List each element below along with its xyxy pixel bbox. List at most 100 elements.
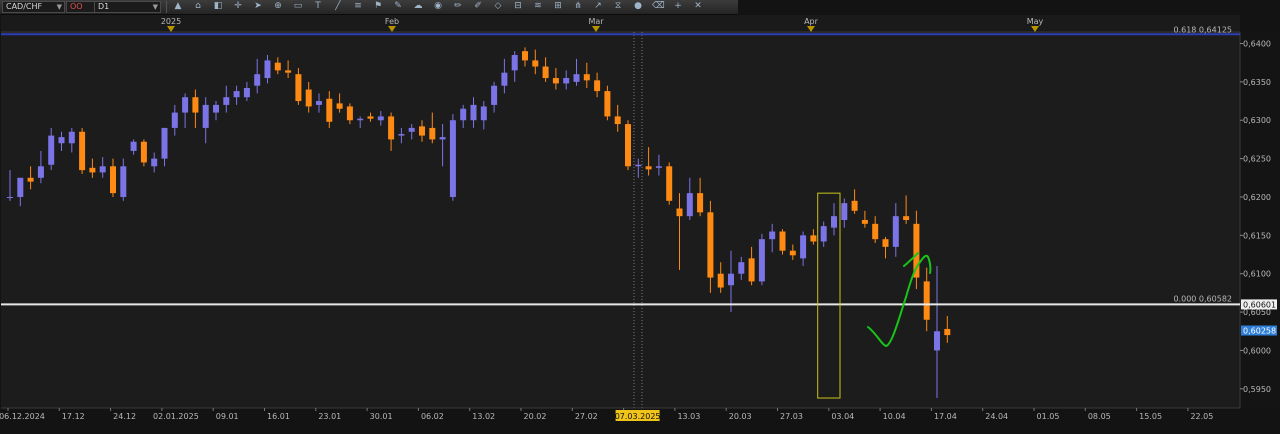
candle-body: [625, 124, 631, 167]
candle-body: [892, 216, 899, 247]
x-tick-label: 01.05: [1037, 412, 1060, 421]
candle-body: [326, 98, 333, 122]
trendline-icon[interactable]: ╱: [332, 1, 344, 12]
chevron-down-icon: ▼: [152, 3, 158, 11]
candle-body: [697, 193, 704, 213]
candle-body: [841, 203, 848, 220]
pitchfork-icon[interactable]: ⋔: [572, 1, 584, 12]
candle-body: [594, 80, 601, 92]
candle-body: [645, 166, 652, 170]
candle-body: [37, 166, 44, 178]
candle-body: [336, 103, 343, 109]
chart-style-value: OO: [70, 2, 83, 11]
candle-body: [748, 258, 755, 282]
candle-body: [934, 331, 940, 351]
period-label: 2025: [161, 17, 181, 26]
candle-body: [346, 106, 353, 121]
note-icon[interactable]: ✎: [392, 1, 404, 12]
y-tick-label: 0,6250: [1243, 155, 1271, 164]
cursor-icon[interactable]: ➤: [252, 1, 264, 12]
candle-body: [243, 88, 250, 98]
y-tick-label: 0,6000: [1243, 346, 1271, 355]
ruler-icon[interactable]: ▭: [292, 1, 304, 12]
delete-icon[interactable]: ✕: [692, 1, 704, 12]
fib-0-label: 0.000 0,60582: [1173, 294, 1232, 303]
period-label: Mar: [588, 17, 604, 26]
zoom-icon[interactable]: ⊕: [272, 1, 284, 12]
candle: [449, 114, 456, 201]
candle-body: [831, 216, 837, 228]
price-chart[interactable]: 2025 Feb Mar Apr May 0.618 0,64125 0.000 0,60…: [0, 15, 1280, 434]
sphere-icon[interactable]: ●: [632, 1, 644, 12]
plot-area: [1, 32, 1240, 408]
candle-body: [285, 70, 292, 73]
candle-body: [449, 120, 456, 197]
period-select[interactable]: D1 ▼: [94, 1, 161, 13]
toolbar: CAD/CHF ▼ OO D1 ▼ ▲ ⌂ ◧ ✛ ➤ ⊕ ▭ T ╱ ≡ ⚑ ✎ ☁ ◉ ✏ ✐ ◇ ⊟ ≋ ⊞ ⋔ ↗…: [0, 0, 738, 15]
cloud-icon[interactable]: ☁: [412, 1, 424, 12]
candle-body: [388, 116, 395, 140]
candle: [758, 233, 765, 286]
pencil-icon[interactable]: ✏: [452, 1, 464, 12]
candle-body: [769, 231, 776, 240]
candle-body: [130, 141, 137, 151]
indicator-icon[interactable]: ⌂: [192, 1, 204, 12]
object-list-icon[interactable]: ≡: [352, 1, 364, 12]
candle-body: [357, 118, 364, 121]
candle-body: [820, 226, 827, 242]
x-tick-label: 08.05: [1088, 412, 1111, 421]
y-tick-label: 0,6150: [1243, 231, 1271, 240]
candle-body: [573, 74, 580, 82]
magnet-icon[interactable]: ⧖: [612, 1, 624, 12]
flag-icon[interactable]: ⚑: [372, 1, 384, 12]
arrow-icon[interactable]: ↗: [592, 1, 604, 12]
x-tick-label: 20.03: [729, 412, 752, 421]
candle-body: [110, 166, 116, 194]
candle-body: [779, 231, 786, 251]
x-tick-label: 17.04: [934, 412, 957, 421]
candle-body: [532, 60, 539, 67]
eraser-icon[interactable]: ⌫: [652, 1, 665, 12]
crosshair-icon[interactable]: ✛: [232, 1, 244, 12]
period-label: Apr: [804, 17, 819, 26]
line-chart-icon[interactable]: ▲: [172, 1, 184, 12]
brush-icon[interactable]: ✐: [472, 1, 484, 12]
plus-icon[interactable]: +: [672, 1, 684, 12]
globe-icon[interactable]: ◉: [432, 1, 444, 12]
candle-body: [58, 137, 65, 144]
y-tick-label: 0,6350: [1243, 78, 1271, 87]
candle-body: [542, 66, 549, 79]
symbol-select[interactable]: CAD/CHF ▼: [2, 1, 65, 13]
candle-body: [79, 131, 86, 171]
candle-body: [563, 78, 570, 84]
x-tick-label: 06.02: [421, 412, 444, 421]
template-icon[interactable]: ◧: [212, 1, 224, 12]
channel-icon[interactable]: ≋: [532, 1, 544, 12]
candle-body: [367, 116, 374, 119]
text-icon[interactable]: T: [312, 1, 324, 12]
horizontal-line-price-label: 0,60601: [1243, 300, 1276, 309]
candle-body: [635, 164, 642, 167]
candle-body: [717, 273, 724, 288]
x-tick-label: 20.02: [524, 412, 547, 421]
candle-body: [501, 72, 508, 86]
candle-body: [254, 74, 261, 86]
candle-body: [120, 166, 127, 197]
chevron-down-icon: ▼: [56, 3, 62, 11]
candle-body: [264, 60, 271, 79]
fib-icon[interactable]: ⊟: [512, 1, 524, 12]
shapes-icon[interactable]: ◇: [492, 1, 504, 12]
x-tick-label: 24.12: [113, 412, 136, 421]
x-tick-label: 23.01: [318, 412, 341, 421]
candle-body: [316, 101, 322, 105]
x-tick-label: 22.05: [1190, 412, 1213, 421]
candle-body: [99, 166, 106, 173]
candle-body: [789, 250, 796, 256]
candle-body: [460, 108, 467, 121]
candle-body: [151, 158, 158, 167]
candle-body: [655, 166, 662, 168]
candle-body: [233, 91, 240, 98]
gann-icon[interactable]: ⊞: [552, 1, 564, 12]
chart-style-select[interactable]: OO: [66, 1, 95, 13]
y-tick-label: 0,6300: [1243, 116, 1271, 125]
